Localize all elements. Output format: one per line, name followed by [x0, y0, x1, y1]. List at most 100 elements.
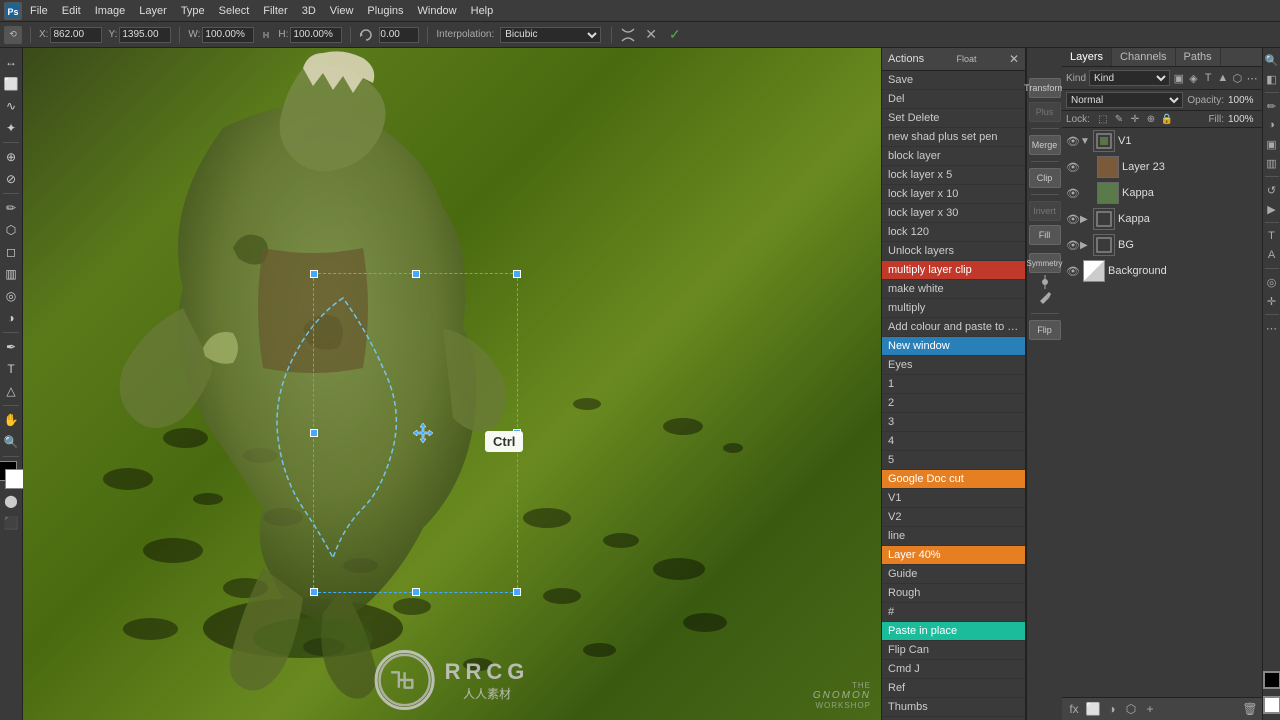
- action-item-1[interactable]: Del: [882, 90, 1025, 109]
- layer-filter-more[interactable]: ⋯: [1246, 71, 1258, 85]
- lock-artboard-btn[interactable]: ⊕: [1145, 113, 1157, 125]
- layer-delete-button[interactable]: 🗑: [1242, 701, 1258, 717]
- symmetry-edit-icon[interactable]: [1038, 291, 1052, 305]
- action-item-28[interactable]: #: [882, 603, 1025, 622]
- blur-tool[interactable]: ◎: [1, 286, 21, 306]
- action-item-13[interactable]: Add colour and paste to layer: [882, 318, 1025, 337]
- actions-float-button[interactable]: Float: [957, 54, 977, 64]
- brush-tool[interactable]: ✏: [1, 198, 21, 218]
- background-color[interactable]: [5, 469, 25, 489]
- eraser-tool[interactable]: ◻: [1, 242, 21, 262]
- symmetry-button[interactable]: Symmetry: [1029, 253, 1061, 273]
- layer-new-button[interactable]: +: [1142, 701, 1158, 717]
- swatches-btn[interactable]: ▣: [1264, 136, 1280, 152]
- foreground-swatch-mini[interactable]: [1263, 671, 1280, 689]
- flip-button[interactable]: Flip: [1029, 320, 1061, 340]
- canvas-area[interactable]: Ctrl RRCG 人人素材: [23, 48, 881, 720]
- menu-help[interactable]: Help: [465, 3, 500, 19]
- shape-tool[interactable]: △: [1, 381, 21, 401]
- menu-file[interactable]: File: [24, 3, 54, 19]
- action-item-6[interactable]: lock layer x 10: [882, 185, 1025, 204]
- gradients-btn[interactable]: ▥: [1264, 155, 1280, 171]
- gradient-tool[interactable]: ▥: [1, 264, 21, 284]
- dodge-tool[interactable]: ◑: [1, 308, 21, 328]
- panel-properties-btn[interactable]: ◧: [1264, 71, 1280, 87]
- layer-fx-button[interactable]: fx: [1066, 701, 1082, 717]
- warp-icon[interactable]: [620, 27, 636, 43]
- layer-row-kappa-group[interactable]: 👁 ▶ Kappa: [1062, 206, 1262, 232]
- action-item-0[interactable]: Save: [882, 71, 1025, 90]
- action-item-26[interactable]: Guide: [882, 565, 1025, 584]
- visibility-eye-layer23[interactable]: 👁: [1066, 161, 1080, 174]
- lock-all-btn[interactable]: 🔒: [1161, 113, 1173, 125]
- selection-tool[interactable]: ⬜: [1, 74, 21, 94]
- group-arrow-kappa[interactable]: ▶: [1080, 214, 1090, 225]
- action-item-25[interactable]: Layer 40%: [882, 546, 1025, 565]
- action-item-4[interactable]: block layer: [882, 147, 1025, 166]
- h-input[interactable]: [290, 27, 342, 43]
- action-item-30[interactable]: Flip Can: [882, 641, 1025, 660]
- zoom-tool[interactable]: 🔍: [1, 432, 21, 452]
- menu-layer[interactable]: Layer: [133, 3, 173, 19]
- quick-mask-tool[interactable]: ⬤: [1, 491, 21, 511]
- plus-button[interactable]: Plus: [1029, 102, 1061, 122]
- actions-close-button[interactable]: ✕: [1009, 52, 1019, 66]
- action-item-23[interactable]: V2: [882, 508, 1025, 527]
- group-arrow-v1[interactable]: ▼: [1080, 136, 1090, 147]
- layer-group-button[interactable]: ⬡: [1123, 701, 1139, 717]
- lock-transparent-btn[interactable]: ⬚: [1097, 113, 1109, 125]
- tab-paths[interactable]: Paths: [1176, 48, 1221, 66]
- opacity-value[interactable]: 100%: [1228, 95, 1258, 106]
- action-item-20[interactable]: 5: [882, 451, 1025, 470]
- background-swatch-mini[interactable]: [1263, 696, 1280, 714]
- action-item-27[interactable]: Rough: [882, 584, 1025, 603]
- layer-mode-select[interactable]: Normal Multiply Screen Overlay Soft Ligh…: [1066, 92, 1183, 108]
- magic-wand-tool[interactable]: ✦: [1, 118, 21, 138]
- menu-image[interactable]: Image: [89, 3, 132, 19]
- hand-tool[interactable]: ✋: [1, 410, 21, 430]
- action-item-18[interactable]: 3: [882, 413, 1025, 432]
- action-item-33[interactable]: Thumbs: [882, 698, 1025, 717]
- menu-filter[interactable]: Filter: [257, 3, 293, 19]
- action-item-2[interactable]: Set Delete: [882, 109, 1025, 128]
- layer-row-layer23[interactable]: 👁 Layer 23: [1062, 154, 1262, 180]
- action-item-29[interactable]: Paste in place: [882, 622, 1025, 641]
- action-item-11[interactable]: make white: [882, 280, 1025, 299]
- layer-kind-select[interactable]: Kind Name Effect Mode Attribute Color Sm…: [1089, 70, 1170, 86]
- group-arrow-bg[interactable]: ▶: [1080, 240, 1090, 251]
- action-item-16[interactable]: 1: [882, 375, 1025, 394]
- color-swatches[interactable]: [0, 461, 25, 489]
- character-btn[interactable]: A: [1264, 247, 1280, 263]
- merge-button[interactable]: Merge: [1029, 135, 1061, 155]
- rotate-input[interactable]: [379, 27, 419, 43]
- layer-filter-pixel[interactable]: ▣: [1173, 71, 1185, 85]
- screen-mode-tool[interactable]: ⬛: [1, 513, 21, 533]
- menu-type[interactable]: Type: [175, 3, 211, 19]
- visibility-eye-v1[interactable]: 👁: [1066, 135, 1080, 148]
- dodge-burn-btn[interactable]: ◎: [1264, 274, 1280, 290]
- layer-row-bg-group[interactable]: 👁 ▶ BG: [1062, 232, 1262, 258]
- visibility-eye-background[interactable]: 👁: [1066, 265, 1080, 278]
- action-item-9[interactable]: Unlock layers: [882, 242, 1025, 261]
- menu-3d[interactable]: 3D: [296, 3, 322, 19]
- tab-layers[interactable]: Layers: [1062, 48, 1112, 66]
- layer-filter-smart[interactable]: ⬡: [1232, 71, 1244, 85]
- action-item-14[interactable]: New window: [882, 337, 1025, 356]
- action-item-17[interactable]: 2: [882, 394, 1025, 413]
- visibility-eye-kappa-group[interactable]: 👁: [1066, 213, 1080, 226]
- transform-button[interactable]: Transform: [1029, 78, 1061, 98]
- clip-button[interactable]: Clip: [1029, 168, 1061, 188]
- link-icon[interactable]: [260, 29, 272, 41]
- action-item-19[interactable]: 4: [882, 432, 1025, 451]
- menu-select[interactable]: Select: [213, 3, 256, 19]
- fill-value[interactable]: 100%: [1228, 114, 1258, 125]
- visibility-eye-bg[interactable]: 👁: [1066, 239, 1080, 252]
- type-tools-btn[interactable]: T: [1264, 228, 1280, 244]
- action-item-15[interactable]: Eyes: [882, 356, 1025, 375]
- w-input[interactable]: [202, 27, 254, 43]
- lasso-tool[interactable]: ∿: [1, 96, 21, 116]
- tab-channels[interactable]: Channels: [1112, 48, 1175, 66]
- action-item-22[interactable]: V1: [882, 489, 1025, 508]
- more-panels-btn[interactable]: ⋯: [1264, 320, 1280, 336]
- action-item-10[interactable]: multiply layer clip: [882, 261, 1025, 280]
